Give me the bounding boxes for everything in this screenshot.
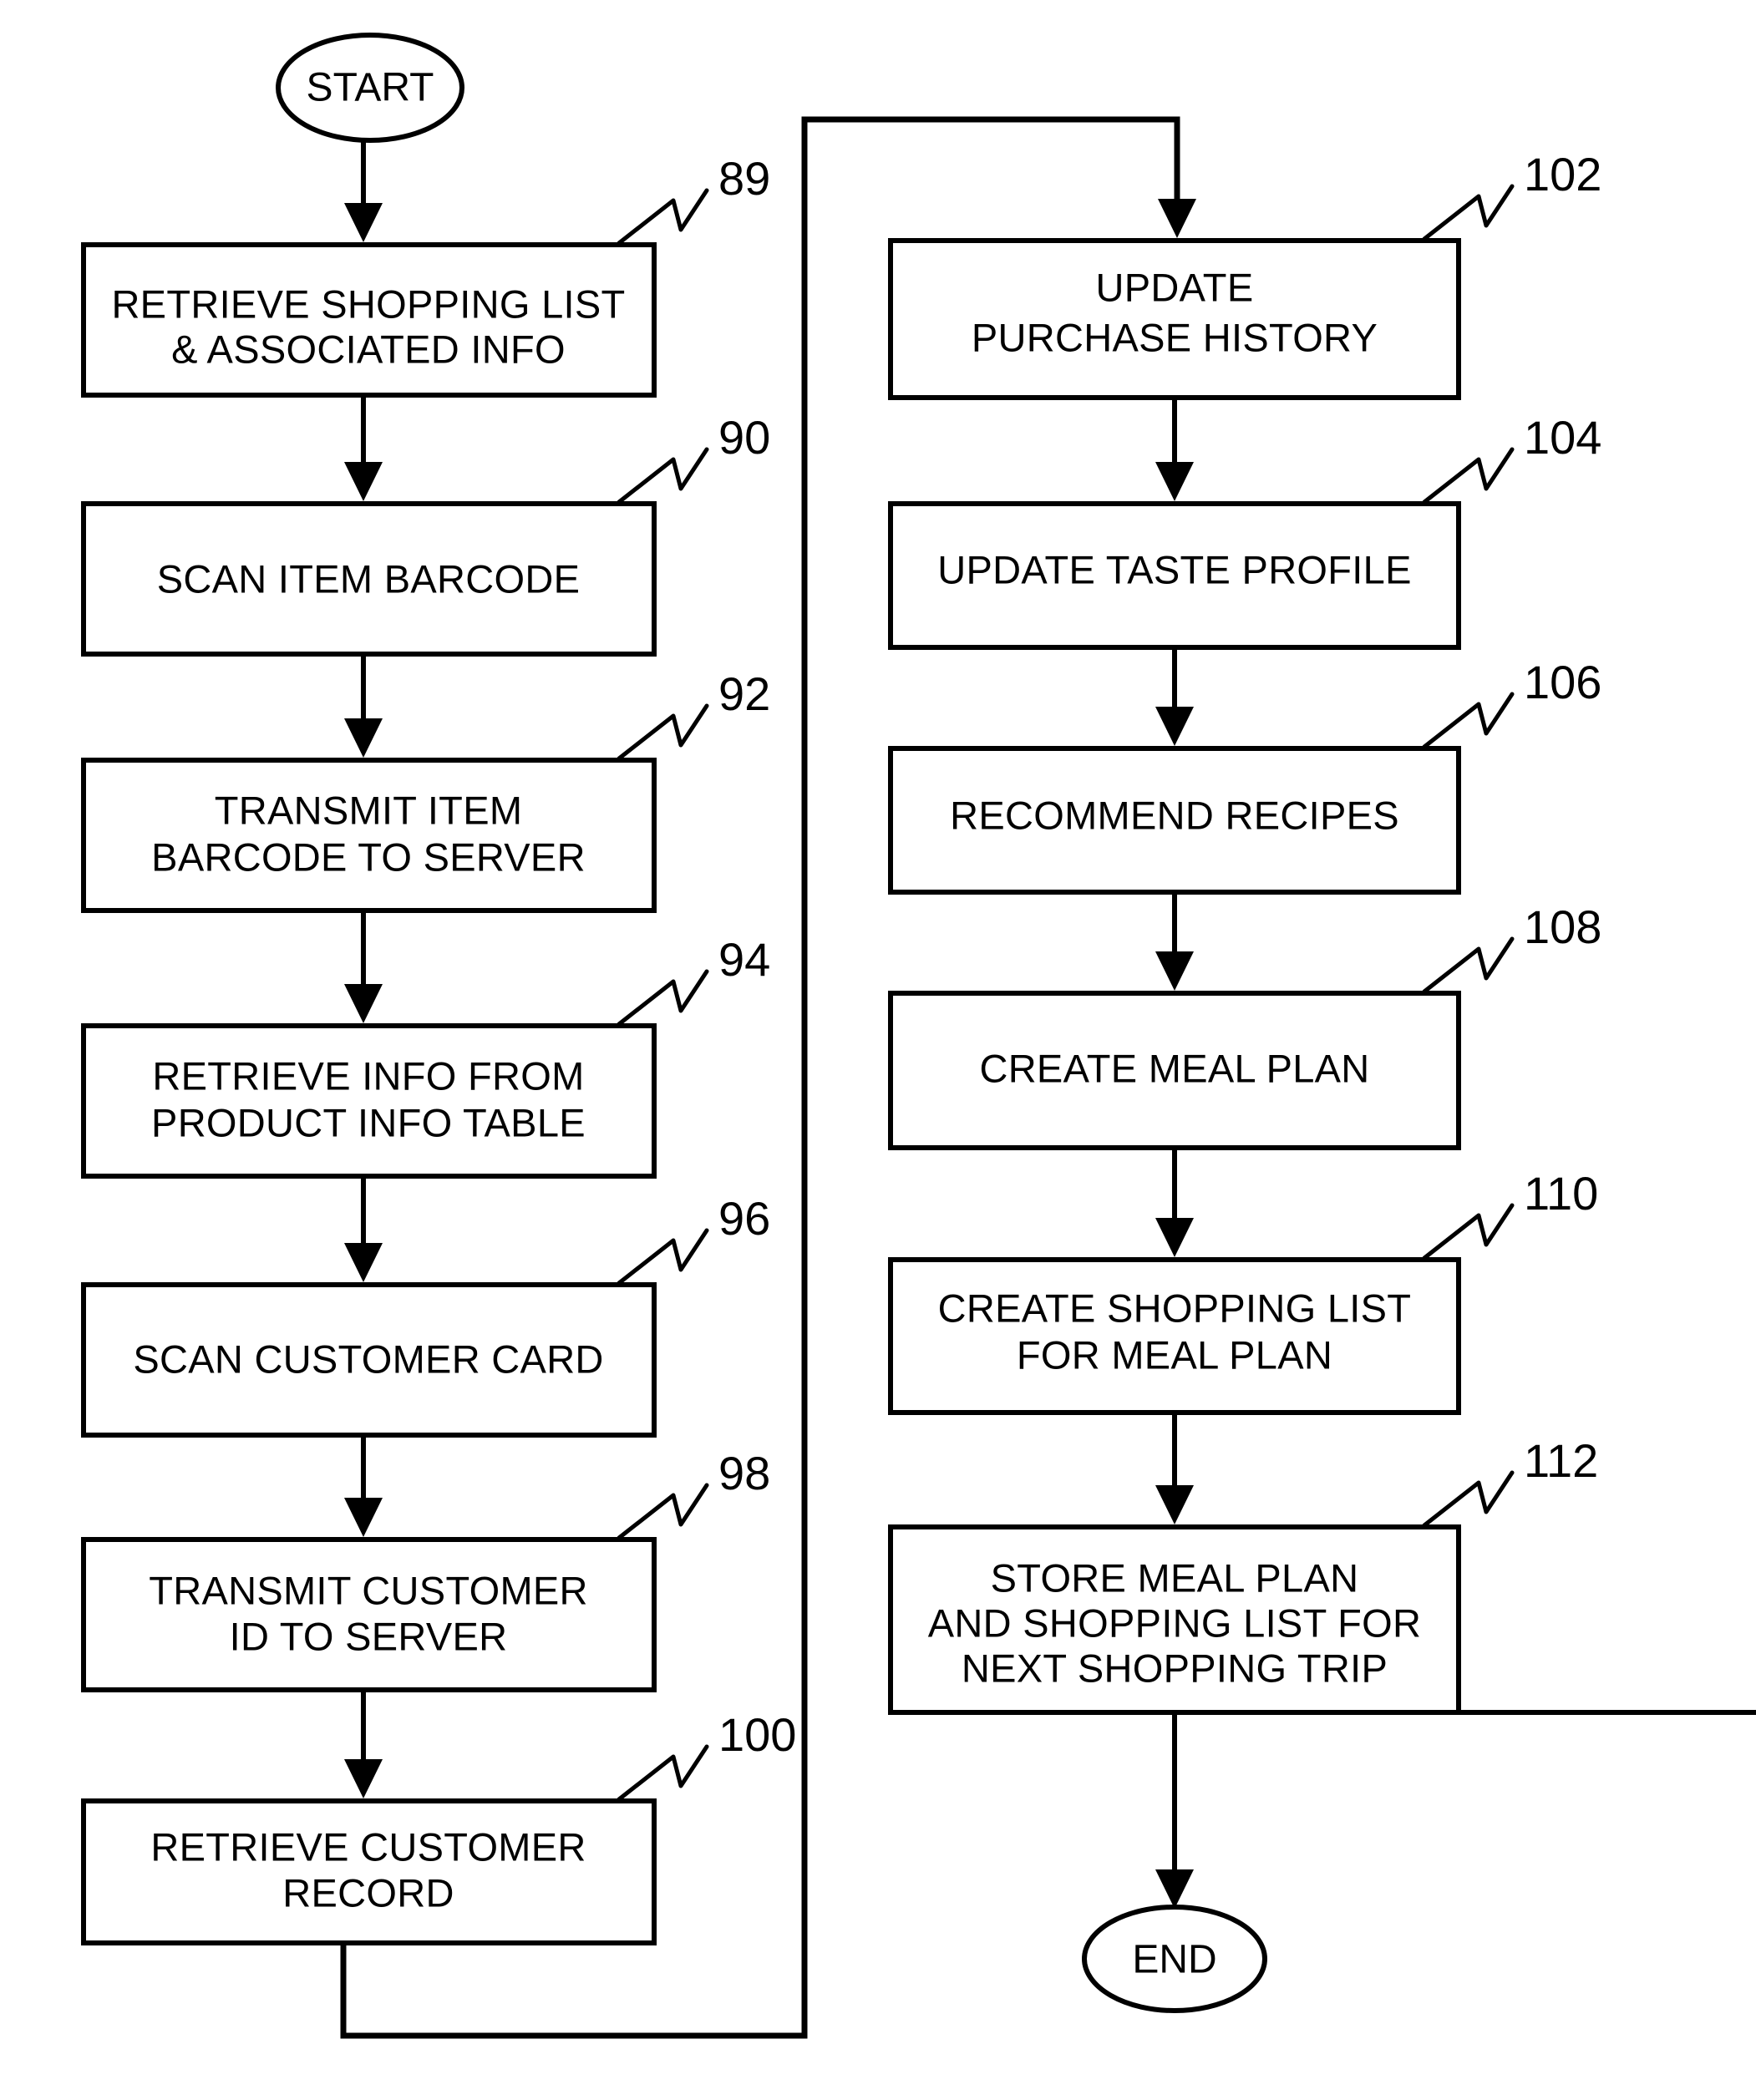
leader-104: 104: [1422, 411, 1601, 505]
leader-110: 110: [1422, 1167, 1598, 1261]
process-box-110: CREATE SHOPPING LIST FOR MEAL PLAN: [888, 1257, 1461, 1415]
leader-94: 94: [617, 933, 770, 1027]
leader-96: 96: [617, 1192, 770, 1286]
box-94-line-1: RETRIEVE INFO FROM: [152, 1053, 584, 1098]
leader-102: 102: [1422, 148, 1601, 241]
box-106-line-1: RECOMMEND RECIPES: [950, 793, 1399, 837]
start-terminal: START: [276, 33, 464, 143]
box-102-line-2: PURCHASE HISTORY: [972, 315, 1378, 359]
box-112-line-3: NEXT SHOPPING TRIP: [962, 1646, 1388, 1690]
box-89-line-1: RETRIEVE SHOPPING LIST: [111, 282, 625, 326]
box-112-line-1: STORE MEAL PLAN: [991, 1555, 1359, 1600]
ref-number-108: 108: [1524, 900, 1601, 953]
leader-100: 100: [617, 1708, 796, 1802]
ref-number-106: 106: [1524, 656, 1601, 708]
process-box-89: RETRIEVE SHOPPING LIST & ASSOCIATED INFO: [81, 242, 657, 398]
ref-number-110: 110: [1524, 1167, 1598, 1220]
box-92-line-1: TRANSMIT ITEM: [215, 788, 523, 832]
arrow-98-to-100: [344, 1690, 383, 1798]
arrow-106-to-108: [1155, 892, 1194, 991]
arrow-108-to-110: [1155, 1148, 1194, 1257]
box-100-line-1: RETRIEVE CUSTOMER: [150, 1824, 586, 1869]
leader-90: 90: [617, 411, 770, 505]
box-110-line-2: FOR MEAL PLAN: [1017, 1332, 1332, 1377]
leader-89: 89: [617, 152, 770, 246]
ref-number-112: 112: [1524, 1434, 1598, 1487]
box-98-line-2: ID TO SERVER: [230, 1614, 508, 1658]
ref-number-98: 98: [718, 1447, 770, 1499]
process-box-94: RETRIEVE INFO FROM PRODUCT INFO TABLE: [81, 1023, 657, 1179]
arrow-90-to-92: [344, 654, 383, 758]
end-terminal: END: [1082, 1905, 1267, 2013]
ref-number-96: 96: [718, 1192, 770, 1245]
leader-108: 108: [1422, 900, 1601, 994]
leader-92: 92: [617, 667, 770, 761]
box-92-line-2: BARCODE TO SERVER: [151, 834, 586, 879]
process-box-106: RECOMMEND RECIPES: [888, 746, 1461, 895]
box-100-line-2: RECORD: [282, 1870, 454, 1915]
box-96-line-1: SCAN CUSTOMER CARD: [133, 1337, 603, 1381]
ref-number-102: 102: [1524, 148, 1601, 200]
flowchart-svg: START RETRIEVE SHOPPING LIST & ASSOCIATE…: [81, 33, 1756, 2039]
flowchart-canvas: START RETRIEVE SHOPPING LIST & ASSOCIATE…: [0, 0, 1756, 2100]
process-box-102: UPDATE PURCHASE HISTORY: [888, 238, 1461, 400]
box-89-line-2: & ASSOCIATED INFO: [171, 327, 566, 371]
ref-number-104: 104: [1524, 411, 1601, 464]
arrow-start-to-89: [344, 140, 383, 242]
box-104-line-1: UPDATE TASTE PROFILE: [937, 547, 1412, 591]
process-box-108: CREATE MEAL PLAN: [888, 991, 1461, 1150]
process-box-100: RETRIEVE CUSTOMER RECORD: [81, 1798, 657, 1945]
arrow-102-to-104: [1155, 398, 1194, 501]
box-108-line-1: CREATE MEAL PLAN: [979, 1046, 1369, 1090]
ref-number-89: 89: [718, 152, 770, 205]
leader-106: 106: [1422, 656, 1601, 749]
arrow-94-to-96: [344, 1176, 383, 1282]
ref-number-100: 100: [718, 1708, 796, 1761]
arrow-89-to-90: [344, 395, 383, 501]
ref-number-94: 94: [718, 933, 770, 986]
process-box-98: TRANSMIT CUSTOMER ID TO SERVER: [81, 1537, 657, 1692]
process-box-96: SCAN CUSTOMER CARD: [81, 1282, 657, 1438]
leader-112: 112: [1422, 1434, 1598, 1528]
arrow-110-to-112: [1155, 1413, 1194, 1524]
box-98-line-1: TRANSMIT CUSTOMER: [149, 1568, 588, 1612]
process-box-112: STORE MEAL PLAN AND SHOPPING LIST FOR NE…: [888, 1524, 1461, 1715]
box-94-line-2: PRODUCT INFO TABLE: [151, 1100, 586, 1144]
process-box-104: UPDATE TASTE PROFILE: [888, 501, 1461, 650]
arrow-92-to-94: [344, 911, 383, 1023]
leader-98: 98: [617, 1447, 770, 1540]
arrow-104-to-106: [1155, 647, 1194, 746]
arrow-112-to-end: [1155, 1710, 1756, 1909]
ref-number-92: 92: [718, 667, 770, 720]
box-90-line-1: SCAN ITEM BARCODE: [157, 556, 581, 601]
process-box-90: SCAN ITEM BARCODE: [81, 501, 657, 657]
process-box-92: TRANSMIT ITEM BARCODE TO SERVER: [81, 758, 657, 913]
start-label: START: [307, 66, 434, 110]
box-102-line-1: UPDATE: [1096, 265, 1254, 309]
end-label: END: [1132, 1938, 1216, 1982]
box-112-line-2: AND SHOPPING LIST FOR: [928, 1600, 1421, 1645]
ref-number-90: 90: [718, 411, 770, 464]
box-110-line-1: CREATE SHOPPING LIST: [938, 1286, 1412, 1330]
arrow-96-to-98: [344, 1435, 383, 1537]
